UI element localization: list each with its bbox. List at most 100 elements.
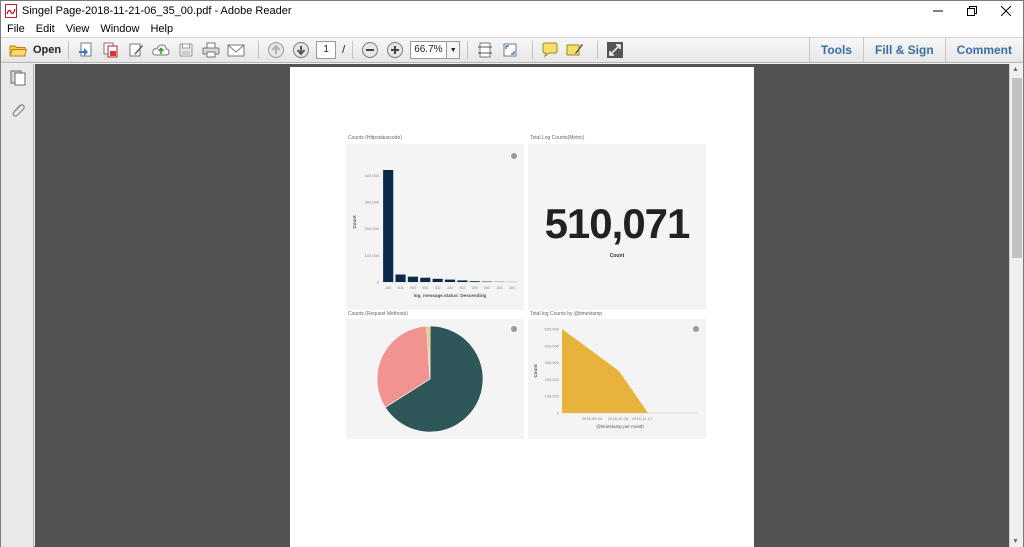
- email-button[interactable]: [226, 40, 246, 60]
- y-tick-label: 200,000: [365, 226, 380, 231]
- minimize-button[interactable]: [921, 1, 955, 21]
- combine-files-button[interactable]: [101, 40, 121, 60]
- expand-button[interactable]: [605, 40, 625, 60]
- create-pdf-button[interactable]: [76, 40, 96, 60]
- x-tick-label: 400: [422, 286, 428, 290]
- x-tick-label: 403: [410, 286, 416, 290]
- menu-help[interactable]: Help: [150, 23, 173, 35]
- full-screen-icon: [503, 43, 517, 57]
- navigation-panel: [1, 64, 34, 547]
- comment-pane-button[interactable]: Comment: [944, 38, 1023, 62]
- fill-sign-pane-button[interactable]: Fill & Sign: [862, 38, 945, 62]
- scrollbar-thumb[interactable]: [1012, 78, 1022, 258]
- status-code-bar-chart: 0 100,000 200,000 300,000 400,000 200 404 403 40…: [352, 170, 518, 298]
- zoom-in-icon: [387, 42, 404, 58]
- highlight-button[interactable]: [565, 40, 585, 60]
- y-tick-label: 300,000: [365, 200, 380, 205]
- bar: [432, 278, 443, 282]
- info-icon: [511, 153, 517, 159]
- pdf-file-icon: [5, 4, 17, 18]
- bar: [444, 279, 456, 282]
- open-button[interactable]: Open: [9, 43, 61, 57]
- y-tick-label: 500,000: [545, 327, 560, 332]
- page-thumbnails-button[interactable]: [10, 70, 26, 86]
- metric-panel: 510,071 Count: [528, 144, 706, 310]
- request-methods-panel: [346, 319, 524, 439]
- vertical-scrollbar[interactable]: ▲ ▼: [1009, 64, 1023, 547]
- zoom-out-button[interactable]: [360, 40, 380, 60]
- bar: [457, 280, 468, 282]
- bar: [383, 170, 394, 282]
- metric-label: Count: [609, 253, 625, 259]
- y-tick-label: 0: [557, 411, 560, 416]
- create-pdf-icon: [79, 42, 92, 57]
- previous-page-button[interactable]: [266, 40, 286, 60]
- tools-pane-button[interactable]: Tools: [808, 38, 863, 62]
- expand-icon: [607, 42, 624, 58]
- panel-title-total-metric: Total Log Counts(Metric): [530, 135, 585, 141]
- print-button[interactable]: [201, 40, 221, 60]
- next-page-button[interactable]: [291, 40, 311, 60]
- attachments-button[interactable]: [10, 102, 26, 118]
- y-tick-label: 100,000: [545, 394, 560, 399]
- paperclip-icon: [12, 104, 25, 117]
- edit-pdf-button[interactable]: [126, 40, 146, 60]
- x-tick-label: 302: [435, 286, 441, 290]
- full-screen-button[interactable]: [500, 40, 520, 60]
- chevron-down-icon: ▼: [449, 46, 457, 54]
- toolbar-separator: [68, 41, 70, 59]
- pages-icon: [10, 70, 26, 86]
- bar: [395, 274, 406, 282]
- bar: [420, 277, 431, 282]
- status-code-panel: 0 100,000 200,000 300,000 400,000 200 404 403 40…: [346, 144, 524, 310]
- x-tick-label: 502: [459, 286, 465, 290]
- page-number-input[interactable]: 1: [316, 41, 337, 59]
- menu-window[interactable]: Window: [100, 23, 139, 35]
- pdf-page[interactable]: Counts (Httpstatuscode) 0 100,000 200,000 3…: [290, 67, 754, 547]
- upload-button[interactable]: [151, 40, 171, 60]
- zoom-value[interactable]: 66.7%: [410, 41, 447, 59]
- menu-edit[interactable]: Edit: [36, 23, 55, 35]
- y-tick-label: 0: [377, 280, 380, 285]
- arrow-up-icon: [268, 42, 285, 58]
- y-tick-label: 300,000: [545, 360, 560, 365]
- window-title: Singel Page-2018-11-21-06_35_00.pdf - Ad…: [22, 5, 292, 17]
- x-axis-title: @timestamp per month: [596, 424, 644, 429]
- x-tick-label: 200: [385, 286, 391, 290]
- y-tick-label: 200,000: [545, 377, 560, 382]
- zoom-out-icon: [362, 42, 379, 58]
- y-axis-title: Count: [352, 215, 357, 229]
- fit-page-button[interactable]: [475, 40, 495, 60]
- toolbar-separator: [258, 41, 260, 59]
- cloud-upload-icon: [152, 44, 170, 56]
- document-area[interactable]: Counts (Httpstatuscode) 0 100,000 200,000 3…: [35, 64, 1009, 547]
- sticky-note-button[interactable]: [540, 40, 560, 60]
- zoom-in-button[interactable]: [385, 40, 405, 60]
- restore-icon: [967, 6, 977, 16]
- timestamp-panel: 0 100,000 200,000 300,000 400,000 500,000 2018…: [528, 319, 706, 439]
- toolbar: Open 1 / 66.7% ▼ Tools Fill & Sign Comme…: [1, 37, 1023, 63]
- zoom-select[interactable]: 66.7% ▼: [410, 41, 461, 59]
- x-tick-label: 2018-09-04: [582, 416, 603, 421]
- restore-button[interactable]: [955, 1, 989, 21]
- close-icon: [1001, 6, 1011, 16]
- toolbar-separator: [597, 41, 599, 59]
- scroll-up-icon[interactable]: ▲: [1012, 66, 1019, 73]
- arrow-down-icon: [293, 42, 310, 58]
- x-tick-label: 302: [496, 286, 502, 290]
- zoom-dropdown[interactable]: ▼: [446, 41, 461, 59]
- scroll-down-icon[interactable]: ▼: [1012, 538, 1019, 545]
- x-tick-label: 2018-10-26: [608, 416, 629, 421]
- timestamp-area-chart: 0 100,000 200,000 300,000 400,000 500,000 2018…: [533, 327, 698, 429]
- menu-file[interactable]: File: [7, 23, 25, 35]
- menu-view[interactable]: View: [66, 23, 90, 35]
- info-icon: [511, 326, 517, 332]
- combine-files-icon: [103, 42, 118, 58]
- panel-title-request-methods: Counts (Request Methods): [348, 311, 408, 317]
- save-button[interactable]: [176, 40, 196, 60]
- y-tick-label: 100,000: [365, 253, 380, 258]
- close-button[interactable]: [989, 1, 1023, 21]
- open-label: Open: [33, 44, 62, 56]
- y-tick-label: 400,000: [545, 343, 560, 348]
- toolbar-separator: [467, 41, 469, 59]
